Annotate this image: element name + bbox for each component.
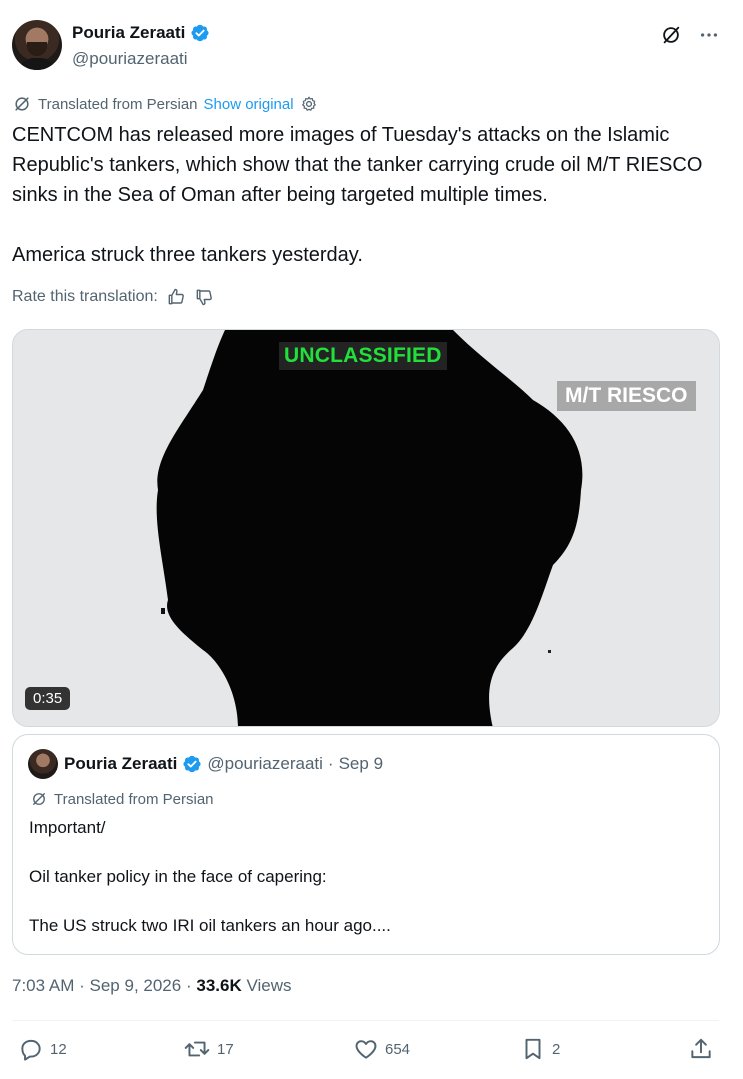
verified-badge-icon — [191, 24, 209, 42]
meta-separator: · — [79, 976, 85, 995]
verified-badge-icon — [183, 755, 201, 773]
bookmark-count: 2 — [552, 1040, 561, 1058]
reply-button[interactable]: 12 — [18, 1036, 67, 1062]
quoted-body: Important/ Oil tanker policy in the face… — [29, 815, 391, 938]
author-name[interactable]: Pouria Zeraati — [72, 23, 185, 43]
video-duration: 0:35 — [25, 687, 71, 710]
like-button[interactable]: 654 — [353, 1036, 410, 1062]
quoted-line: The US struck two IRI oil tankers an hou… — [29, 916, 391, 935]
reply-count: 12 — [50, 1040, 67, 1058]
like-count: 654 — [385, 1040, 411, 1058]
post-header: Pouria Zeraati @pouriazeraati — [12, 20, 731, 72]
thumbs-up-icon[interactable] — [166, 287, 186, 307]
quoted-author-avatar — [28, 749, 58, 779]
quoted-separator: · — [327, 754, 334, 773]
author-handle[interactable]: @pouriazeraati — [72, 49, 188, 69]
bookmark-icon — [525, 1038, 541, 1060]
thumbs-down-icon[interactable] — [194, 287, 214, 307]
post-body: CENTCOM has released more images of Tues… — [12, 120, 727, 270]
quoted-post[interactable]: Pouria Zeraati @pouriazeraati · Sep 9 Tr… — [12, 734, 720, 955]
translate-icon — [33, 793, 45, 805]
unclassified-overlay: UNCLASSIFIED — [279, 342, 447, 370]
more-options-icon[interactable] — [697, 23, 721, 47]
video-player[interactable]: UNCLASSIFIED M/T RIESCO 0:35 — [12, 329, 720, 727]
post-meta: 7:03 AM · Sep 9, 2026 · 33.6K Views — [12, 976, 292, 996]
quoted-line: Important/ — [29, 818, 106, 837]
heart-icon — [355, 1040, 377, 1059]
translation-notice: Translated from Persian Show original — [12, 94, 318, 114]
grok-icon[interactable] — [659, 23, 683, 47]
divider — [12, 1020, 719, 1021]
post-date[interactable]: Sep 9, 2026 — [90, 976, 182, 995]
quoted-line: Oil tanker policy in the face of caperin… — [29, 867, 327, 886]
repost-icon — [184, 1041, 210, 1057]
rate-label: Rate this translation: — [12, 288, 158, 305]
share-button[interactable] — [688, 1036, 714, 1062]
quoted-author-handle: @pouriazeraati — [207, 754, 323, 773]
translate-icon — [15, 97, 29, 111]
action-bar: 12 17 654 2 — [18, 1036, 718, 1066]
show-original-link[interactable]: Show original — [204, 96, 294, 113]
post-time[interactable]: 7:03 AM — [12, 976, 74, 995]
share-icon — [691, 1038, 711, 1059]
views-label: Views — [246, 976, 292, 995]
quoted-author-name: Pouria Zeraati — [64, 754, 178, 773]
quoted-date: Sep 9 — [338, 754, 384, 773]
views-count: 33.6K — [196, 976, 242, 995]
translation-label: Translated from Persian — [38, 95, 198, 113]
meta-separator: · — [185, 976, 192, 995]
vessel-name-overlay: M/T RIESCO — [557, 381, 696, 411]
rate-translation: Rate this translation: — [12, 287, 214, 307]
quoted-translation-notice: Translated from Persian — [30, 790, 214, 808]
quoted-translation-label: Translated from Persian — [54, 790, 214, 808]
repost-button[interactable]: 17 — [183, 1036, 234, 1062]
author-avatar[interactable] — [12, 20, 62, 70]
settings-gear-icon[interactable] — [300, 95, 318, 113]
bookmark-button[interactable]: 2 — [520, 1036, 560, 1062]
repost-count: 17 — [217, 1040, 234, 1058]
post-paragraph: America struck three tankers yesterday. — [12, 244, 363, 266]
reply-icon — [21, 1039, 41, 1061]
post-paragraph: CENTCOM has released more images of Tues… — [12, 124, 703, 206]
